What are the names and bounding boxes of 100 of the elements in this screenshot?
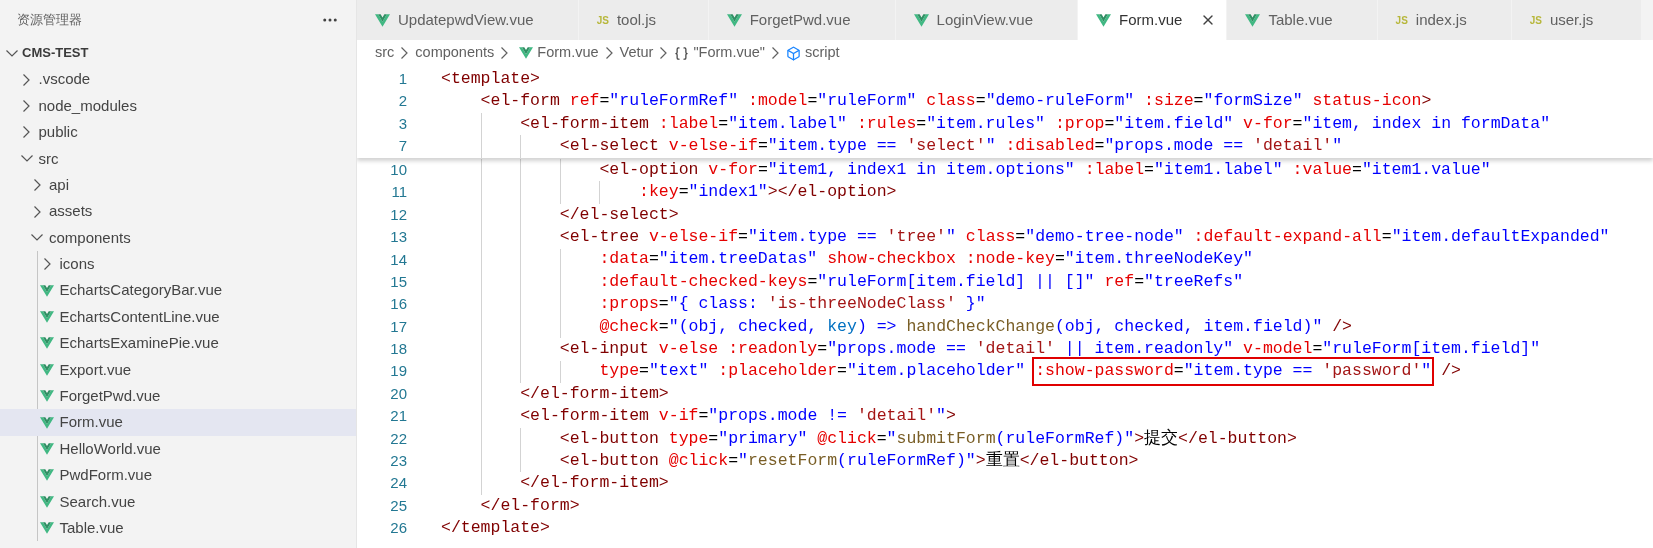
code-text: /> — [1440, 360, 1461, 383]
tree-item[interactable]: node_modules — [0, 92, 356, 120]
vue-icon — [1245, 13, 1261, 27]
braces-icon — [674, 45, 690, 61]
tree-item[interactable]: assets — [0, 198, 356, 225]
tree-item[interactable]: .vscode — [0, 66, 356, 93]
code-text: <el-select v-else-if="item.type == 'select'" :disabled="props.mode == 'detail'" — [558, 135, 1343, 157]
line-number: 19 — [389, 361, 407, 382]
js-label: JS — [1529, 13, 1542, 28]
tree-item[interactable]: api — [0, 171, 356, 199]
tree-item[interactable]: Export.vue — [0, 356, 356, 384]
file-name: node_modules — [38, 95, 137, 116]
line-number: 25 — [389, 495, 407, 516]
breadcrumb-item[interactable]: "Form.vue" — [693, 42, 765, 64]
tree-item[interactable]: icons — [0, 251, 356, 278]
line-number: 13 — [389, 227, 407, 248]
editor-tab[interactable]: JS user.js — [1511, 0, 1642, 40]
line-number: 23 — [389, 451, 407, 472]
tree-item[interactable]: EchartsContentLine.vue — [0, 303, 356, 331]
file-name: icons — [59, 254, 95, 275]
chevron-right-icon — [44, 258, 51, 271]
tab-label: UpdatepwdView.vue — [398, 9, 534, 30]
tab-label: ForgetPwd.vue — [749, 9, 851, 30]
tree-item[interactable]: public — [0, 119, 356, 146]
tree-item[interactable]: src — [0, 145, 356, 172]
breadcrumb-item[interactable]: components — [415, 42, 495, 64]
code-text: type="text" :placeholder="item.placeholder" — [598, 360, 1027, 383]
code-text: <el-button @click="resetForm(ruleFormRef)">重置</el-button> — [558, 449, 1139, 472]
code-text: @check="(obj, checked, key) => handCheckChange(obj, checked, item.field)" /> — [598, 315, 1352, 338]
line-number: 26 — [389, 518, 407, 539]
line-number: 15 — [389, 271, 407, 292]
vue-icon — [39, 337, 54, 350]
code-text: :key="index1"></el-option> — [638, 181, 897, 204]
tree-item[interactable]: PwdForm.vue — [0, 462, 356, 489]
line-number: 17 — [389, 316, 407, 337]
editor-tab[interactable]: Form.vue — [1078, 0, 1228, 40]
vue-icon — [913, 13, 929, 27]
tree-item[interactable]: EchartsExaminePie.vue — [0, 330, 356, 357]
file-name: EchartsExaminePie.vue — [59, 333, 219, 354]
code-text: <el-form-item v-if="props.mode != 'detail'"> — [519, 405, 956, 428]
editor-tab[interactable]: ForgetPwd.vue — [708, 0, 896, 40]
code-text: <el-input v-else :readonly="props.mode == 'detail' || item.readonly" v-model="ruleForm[item.field]" — [558, 337, 1541, 360]
code-text: <el-option v-for="item1, index1 in item.options" :label="item1.label" :value="item1.value" — [598, 158, 1491, 181]
vue-icon — [39, 284, 54, 297]
line-number: 21 — [389, 406, 407, 427]
tree-item[interactable]: EchartsCategoryBar.vue — [0, 277, 356, 304]
breadcrumb-item[interactable]: Vetur — [619, 42, 654, 64]
tab-label: user.js — [1549, 9, 1594, 30]
chevron-right-icon — [501, 47, 509, 59]
chevron-right-icon — [772, 47, 779, 59]
tree-item[interactable]: HelloWorld.vue — [0, 435, 356, 463]
code-text: :props="{ class: 'is-threeNodeClass' }" — [598, 293, 986, 316]
panel-title: 资源管理器 — [17, 11, 82, 30]
tree-item[interactable]: CMS-TEST — [0, 40, 356, 67]
code-text: </el-form-item> — [519, 382, 669, 405]
chevron-right-icon — [605, 47, 613, 59]
vue-icon — [39, 443, 54, 456]
tab-label: index.js — [1415, 9, 1467, 30]
file-name: src — [38, 148, 59, 169]
tree-item[interactable]: Table.vue — [0, 515, 356, 542]
breadcrumb-item[interactable]: src — [375, 42, 395, 64]
chevron-right-icon — [33, 179, 41, 192]
vue-icon — [1096, 13, 1111, 27]
editor-tab[interactable]: JS tool.js — [578, 0, 709, 40]
chevron-down-icon — [31, 234, 43, 242]
chevron-right-icon — [33, 205, 41, 218]
line-number: 22 — [389, 428, 407, 449]
editor-tab[interactable]: LoginView.vue — [895, 0, 1078, 40]
vue-icon — [726, 13, 742, 27]
file-name: components — [49, 227, 131, 248]
line-number: 18 — [389, 339, 407, 360]
file-name: assets — [49, 201, 93, 222]
file-name: HelloWorld.vue — [59, 438, 161, 459]
line-number: 7 — [397, 136, 407, 157]
editor-tab[interactable]: JS index.js — [1377, 0, 1512, 40]
code-text: <el-button type="primary" @click="submitForm(ruleFormRef)">提交</el-button> — [558, 427, 1297, 450]
breadcrumb-item[interactable]: Form.vue — [537, 42, 599, 64]
tree-item[interactable]: ForgetPwd.vue — [0, 383, 356, 410]
file-name: Form.vue — [59, 412, 123, 433]
vue-icon — [39, 495, 54, 508]
line-number: 14 — [389, 249, 407, 270]
code-text: </el-form-item> — [519, 472, 669, 495]
tree-item[interactable]: Search.vue — [0, 488, 356, 516]
file-name: Table.vue — [59, 517, 124, 538]
js-label: JS — [596, 13, 609, 28]
tab-label: LoginView.vue — [936, 9, 1033, 30]
line-number: 2 — [397, 91, 407, 112]
project-name: CMS-TEST — [22, 44, 89, 63]
file-name: api — [49, 174, 70, 195]
tree-item[interactable]: components — [0, 224, 356, 252]
breadcrumb-item[interactable]: script — [805, 42, 840, 64]
line-number: 24 — [389, 473, 407, 494]
tree-item[interactable]: Form.vue — [0, 409, 356, 436]
file-name: Export.vue — [59, 359, 132, 380]
editor-tab[interactable]: UpdatepwdView.vue — [357, 0, 579, 40]
file-name: EchartsContentLine.vue — [59, 306, 220, 327]
file-name: PwdForm.vue — [59, 465, 153, 486]
file-name: .vscode — [38, 69, 91, 90]
code-text: </el-select> — [558, 203, 679, 226]
editor-tab[interactable]: Table.vue — [1227, 0, 1378, 40]
